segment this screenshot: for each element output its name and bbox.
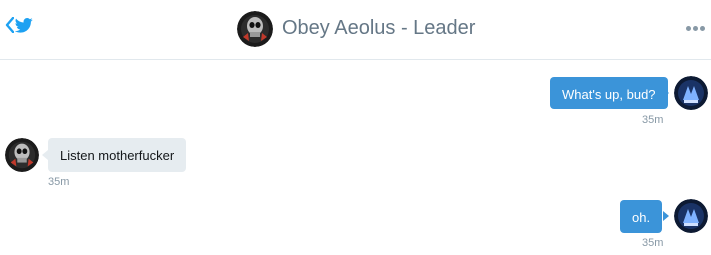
chevron-left-icon [5,17,14,33]
self-avatar-image [674,76,708,110]
message-timestamp: 35m [48,176,70,188]
bubble-tail [663,211,669,221]
self-avatar-image [674,199,708,233]
contact-message-avatar[interactable] [5,138,39,172]
message-bubble[interactable]: oh. [620,200,663,233]
more-dots-icon [693,26,698,31]
more-options-button[interactable] [686,26,705,31]
skull-avatar-image [237,11,273,47]
message-bubble[interactable]: What's up, bud? [550,77,668,109]
more-dots-icon [686,26,691,31]
conversation-title: Obey Aeolus - Leader [282,17,476,39]
twitter-bird-icon [15,17,33,33]
back-button[interactable] [5,17,33,33]
message-timestamp: 35m [642,237,664,249]
message-bubble[interactable]: Listen motherfucker [48,138,187,172]
message-timestamp: 35m [642,114,664,126]
self-avatar[interactable] [674,199,708,233]
self-avatar[interactable] [674,76,708,110]
conversation-header: Obey Aeolus - Leader [0,0,711,60]
bubble-tail [663,88,669,98]
more-dots-icon [700,26,705,31]
contact-avatar[interactable] [237,11,273,47]
skull-avatar-image [5,138,39,172]
